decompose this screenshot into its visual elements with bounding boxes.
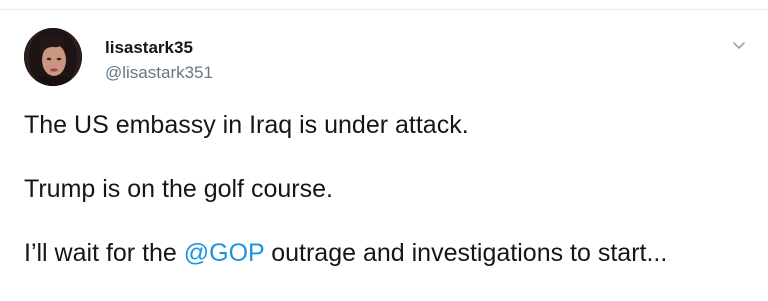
mention-link[interactable]: @GOP — [184, 239, 265, 267]
tweet-text-segment: outrage and investigations to start... — [264, 239, 668, 267]
chevron-down-icon[interactable] — [730, 38, 748, 52]
tweet-text: The US embassy in Iraq is under attack. … — [24, 109, 760, 301]
display-name[interactable]: lisastark35 — [105, 38, 193, 58]
tweet-line: I’ll wait for the @GOP outrage and inves… — [24, 237, 760, 269]
user-handle[interactable]: @lisastark351 — [105, 63, 213, 83]
tweet-line: The US embassy in Iraq is under attack. — [24, 111, 469, 139]
tweet-card: lisastark35 @lisastark351 The US embassy… — [0, 10, 768, 281]
tweet-line: Trump is on the golf course. — [24, 175, 333, 203]
tweet-text-segment: I’ll wait for the — [24, 239, 184, 267]
avatar[interactable] — [24, 28, 82, 86]
avatar-photo — [24, 28, 82, 86]
